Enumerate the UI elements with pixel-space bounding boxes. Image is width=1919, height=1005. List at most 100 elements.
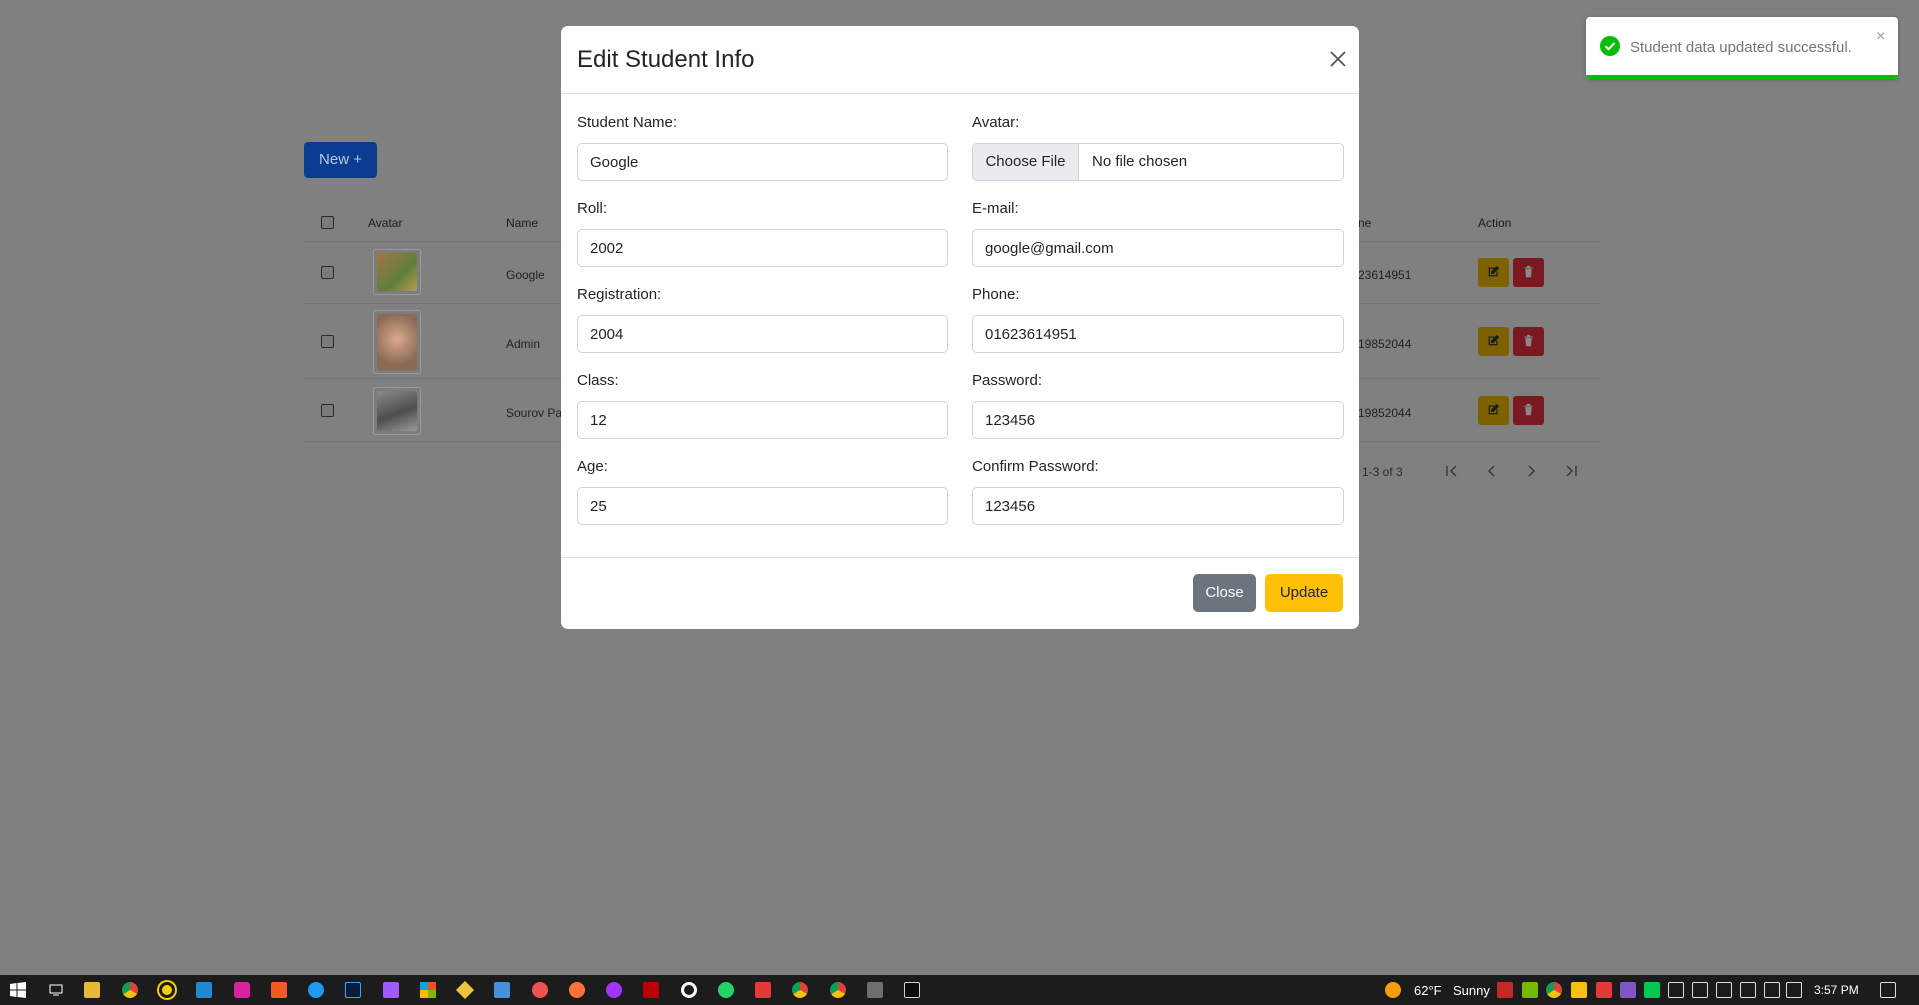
task-view-icon[interactable] [48, 982, 64, 998]
age-input[interactable] [577, 487, 948, 525]
file-explorer-icon[interactable] [84, 982, 100, 998]
postman-icon[interactable] [532, 982, 548, 998]
delete-button[interactable] [1513, 396, 1544, 425]
header-avatar: Avatar [368, 216, 403, 230]
modal-header: Edit Student Info [561, 26, 1359, 94]
volume-icon[interactable] [1786, 982, 1802, 998]
first-page-icon[interactable] [1444, 463, 1460, 479]
calculator-icon[interactable] [867, 982, 883, 998]
trash-icon [1524, 334, 1533, 347]
tray-app-icon[interactable] [1571, 982, 1587, 998]
row-checkbox[interactable] [321, 335, 334, 348]
bluetooth-icon[interactable] [1740, 982, 1756, 998]
trash-icon [1524, 403, 1533, 416]
close-icon[interactable]: × [1876, 29, 1885, 45]
row-checkbox[interactable] [321, 266, 334, 279]
close-button[interactable]: Close [1193, 574, 1256, 612]
roll-input[interactable] [577, 229, 948, 267]
weather-condition: Sunny [1453, 983, 1490, 998]
windows-taskbar: 62°F Sunny 3:57 PM [0, 975, 1919, 1005]
obs-icon[interactable] [681, 982, 697, 998]
instagram-icon[interactable] [234, 982, 250, 998]
onedrive-icon[interactable] [1716, 982, 1732, 998]
app-circle-icon[interactable] [159, 982, 175, 998]
weather-temperature: 62°F [1414, 983, 1442, 998]
row-checkbox[interactable] [321, 404, 334, 417]
header-name: Name [506, 216, 539, 230]
close-icon[interactable] [1325, 46, 1351, 72]
git-icon[interactable] [455, 980, 475, 1000]
confirm-password-label: Confirm Password: [972, 458, 1099, 475]
microsoft-store-icon[interactable] [420, 982, 436, 998]
tray-app-icon[interactable] [1692, 982, 1708, 998]
photoshop-icon[interactable] [345, 982, 361, 998]
messaging-app-icon[interactable] [308, 982, 324, 998]
chrome-profile-icon[interactable] [830, 982, 846, 998]
edit-button[interactable] [1478, 258, 1509, 287]
edit-icon [1488, 334, 1500, 346]
whatsapp-icon[interactable] [718, 982, 734, 998]
edit-icon [1488, 403, 1500, 415]
chrome-tray-icon[interactable] [1546, 982, 1562, 998]
tray-app-icon[interactable] [1644, 982, 1660, 998]
avatar-file-input[interactable]: Choose File No file chosen [972, 143, 1344, 181]
edit-button[interactable] [1478, 327, 1509, 356]
choose-file-button[interactable]: Choose File [973, 144, 1079, 180]
brave-icon[interactable] [271, 982, 287, 998]
toast-progress-bar [1586, 75, 1898, 79]
student-name-input[interactable] [577, 143, 948, 181]
adobe-icon[interactable] [1596, 982, 1612, 998]
class-input[interactable] [577, 401, 948, 439]
email-input[interactable] [972, 229, 1344, 267]
avatar [373, 310, 421, 374]
student-name-label: Student Name: [577, 114, 678, 131]
check-circle-icon [1600, 36, 1620, 56]
display-icon[interactable] [1764, 982, 1780, 998]
chrome-profile-icon[interactable] [792, 982, 808, 998]
row-phone: 23614951 [1358, 268, 1412, 282]
delete-button[interactable] [1513, 258, 1544, 287]
row-phone: 19852044 [1358, 337, 1412, 351]
avatar-image [377, 391, 417, 431]
new-student-button[interactable]: New + [304, 142, 377, 178]
delete-button[interactable] [1513, 327, 1544, 356]
update-button[interactable]: Update [1265, 574, 1343, 612]
next-page-icon[interactable] [1523, 463, 1539, 479]
phone-input[interactable] [972, 315, 1344, 353]
previous-page-icon[interactable] [1484, 463, 1500, 479]
edit-button[interactable] [1478, 396, 1509, 425]
pen-icon[interactable] [1620, 982, 1636, 998]
vscode-icon[interactable] [196, 982, 212, 998]
confirm-password-input[interactable] [972, 487, 1344, 525]
clock-time: 3:57 PM [1814, 983, 1859, 997]
anydesk-icon[interactable] [755, 982, 771, 998]
registration-input[interactable] [577, 315, 948, 353]
avatar [373, 249, 421, 295]
last-page-icon[interactable] [1563, 463, 1579, 479]
pagination-summary: 1-3 of 3 [1362, 465, 1403, 479]
registration-label: Registration: [577, 286, 662, 303]
chrome-icon[interactable] [122, 982, 138, 998]
nvidia-icon[interactable] [1522, 982, 1538, 998]
select-all-checkbox[interactable] [321, 216, 334, 229]
row-name: Google [506, 268, 545, 282]
password-input[interactable] [972, 401, 1344, 439]
network-icon[interactable] [1668, 982, 1684, 998]
avatar-image [377, 253, 417, 291]
row-name: Sourov Pa [506, 406, 563, 420]
windows-start-icon[interactable] [10, 982, 26, 998]
figma-icon[interactable] [383, 982, 399, 998]
password-label: Password: [972, 372, 1043, 389]
age-label: Age: [577, 458, 608, 475]
filezilla-icon[interactable] [643, 982, 659, 998]
tray-app-icon[interactable] [1497, 982, 1513, 998]
email-label: E-mail: [972, 200, 1019, 217]
edit-student-modal: Edit Student Info Student Name: Roll: Re… [561, 26, 1359, 629]
terminal-icon[interactable] [904, 982, 920, 998]
roll-label: Roll: [577, 200, 608, 217]
firefox-icon[interactable] [569, 982, 585, 998]
phone-label: Phone: [972, 286, 1020, 303]
notes-icon[interactable] [494, 982, 510, 998]
messenger-icon[interactable] [606, 982, 622, 998]
notification-center-icon[interactable] [1880, 982, 1896, 998]
